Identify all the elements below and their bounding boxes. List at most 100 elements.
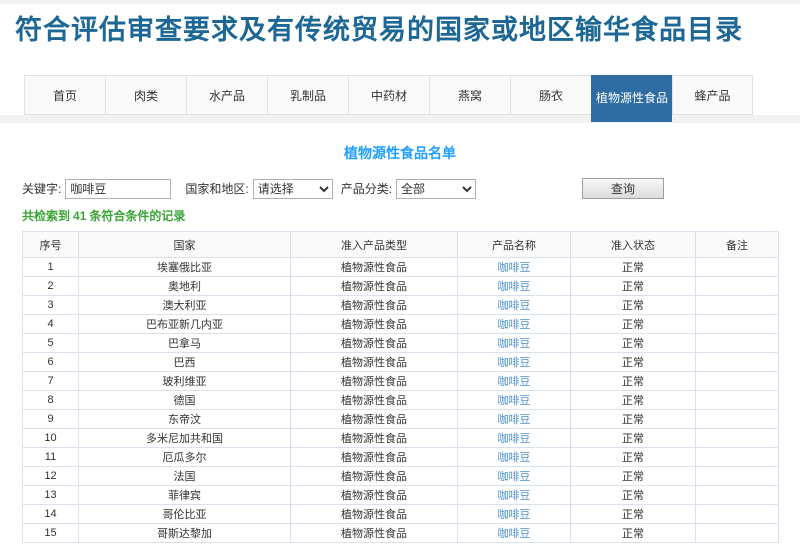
row-remark-cell xyxy=(696,277,779,296)
row-index-cell: 12 xyxy=(23,467,79,486)
nav-tab-4[interactable]: 中药材 xyxy=(348,75,429,115)
row-product-type-cell: 植物源性食品 xyxy=(291,467,458,486)
row-country-cell: 德国 xyxy=(79,391,291,410)
row-index-cell: 4 xyxy=(23,315,79,334)
category-label: 产品分类: xyxy=(341,180,392,197)
row-status-cell: 正常 xyxy=(571,277,696,296)
row-status-cell: 正常 xyxy=(571,372,696,391)
row-product-name-cell[interactable]: 咖啡豆 xyxy=(458,258,571,277)
row-remark-cell xyxy=(696,258,779,277)
nav-tabs: 首页肉类水产品乳制品中药材燕窝肠衣植物源性食品蜂产品 xyxy=(24,75,800,115)
row-product-name-cell[interactable]: 咖啡豆 xyxy=(458,277,571,296)
result-summary-suffix: 条符合条件的记录 xyxy=(89,209,185,223)
table-row: 1埃塞俄比亚植物源性食品咖啡豆正常 xyxy=(23,258,779,277)
row-product-name-cell[interactable]: 咖啡豆 xyxy=(458,486,571,505)
row-index-cell: 9 xyxy=(23,410,79,429)
food-table-body: 1埃塞俄比亚植物源性食品咖啡豆正常2奥地利植物源性食品咖啡豆正常3澳大利亚植物源… xyxy=(23,258,779,543)
product-link[interactable]: 咖啡豆 xyxy=(498,471,531,483)
row-product-name-cell[interactable]: 咖啡豆 xyxy=(458,410,571,429)
row-remark-cell xyxy=(696,353,779,372)
row-index-cell: 8 xyxy=(23,391,79,410)
row-product-name-cell[interactable]: 咖啡豆 xyxy=(458,296,571,315)
product-link[interactable]: 咖啡豆 xyxy=(498,300,531,312)
row-remark-cell xyxy=(696,410,779,429)
row-status-cell: 正常 xyxy=(571,296,696,315)
row-status-cell: 正常 xyxy=(571,258,696,277)
product-link[interactable]: 咖啡豆 xyxy=(498,395,531,407)
row-product-name-cell[interactable]: 咖啡豆 xyxy=(458,372,571,391)
row-index-cell: 13 xyxy=(23,486,79,505)
table-row: 3澳大利亚植物源性食品咖啡豆正常 xyxy=(23,296,779,315)
keyword-label: 关键字: xyxy=(22,180,61,197)
row-product-type-cell: 植物源性食品 xyxy=(291,429,458,448)
product-link[interactable]: 咖啡豆 xyxy=(498,281,531,293)
row-index-cell: 3 xyxy=(23,296,79,315)
row-product-name-cell[interactable]: 咖啡豆 xyxy=(458,524,571,543)
row-country-cell: 东帝汶 xyxy=(79,410,291,429)
row-product-name-cell[interactable]: 咖啡豆 xyxy=(458,467,571,486)
product-link[interactable]: 咖啡豆 xyxy=(498,509,531,521)
row-remark-cell xyxy=(696,334,779,353)
category-select[interactable]: 全部 xyxy=(396,179,476,199)
table-row: 9东帝汶植物源性食品咖啡豆正常 xyxy=(23,410,779,429)
product-link[interactable]: 咖啡豆 xyxy=(498,338,531,350)
nav-tab-1[interactable]: 肉类 xyxy=(105,75,186,115)
row-index-cell: 2 xyxy=(23,277,79,296)
result-summary: 共检索到41条符合条件的记录 xyxy=(22,207,800,224)
product-link[interactable]: 咖啡豆 xyxy=(498,319,531,331)
row-country-cell: 巴西 xyxy=(79,353,291,372)
row-remark-cell xyxy=(696,505,779,524)
table-row: 4巴布亚新几内亚植物源性食品咖啡豆正常 xyxy=(23,315,779,334)
nav-tab-3[interactable]: 乳制品 xyxy=(267,75,348,115)
row-index-cell: 5 xyxy=(23,334,79,353)
col-header-product-name: 产品名称 xyxy=(458,232,571,258)
nav-bottom-strip xyxy=(0,115,800,123)
nav-tab-5[interactable]: 燕窝 xyxy=(429,75,510,115)
row-product-type-cell: 植物源性食品 xyxy=(291,448,458,467)
product-link[interactable]: 咖啡豆 xyxy=(498,433,531,445)
row-product-name-cell[interactable]: 咖啡豆 xyxy=(458,334,571,353)
keyword-input[interactable] xyxy=(65,179,171,199)
row-product-name-cell[interactable]: 咖啡豆 xyxy=(458,448,571,467)
table-row: 5巴拿马植物源性食品咖啡豆正常 xyxy=(23,334,779,353)
product-link[interactable]: 咖啡豆 xyxy=(498,262,531,274)
row-status-cell: 正常 xyxy=(571,505,696,524)
row-product-name-cell[interactable]: 咖啡豆 xyxy=(458,353,571,372)
col-header-index: 序号 xyxy=(23,232,79,258)
product-link[interactable]: 咖啡豆 xyxy=(498,452,531,464)
query-button[interactable]: 查询 xyxy=(582,178,664,199)
row-product-name-cell[interactable]: 咖啡豆 xyxy=(458,315,571,334)
nav-tab-8[interactable]: 蜂产品 xyxy=(672,75,753,115)
product-link[interactable]: 咖啡豆 xyxy=(498,490,531,502)
nav-tab-0[interactable]: 首页 xyxy=(24,75,105,115)
row-remark-cell xyxy=(696,429,779,448)
row-country-cell: 玻利维亚 xyxy=(79,372,291,391)
nav-tab-7-active[interactable]: 植物源性食品 xyxy=(591,75,672,122)
row-product-name-cell[interactable]: 咖啡豆 xyxy=(458,429,571,448)
col-header-country: 国家 xyxy=(79,232,291,258)
table-row: 6巴西植物源性食品咖啡豆正常 xyxy=(23,353,779,372)
nav-tab-6[interactable]: 肠衣 xyxy=(510,75,591,115)
row-product-name-cell[interactable]: 咖啡豆 xyxy=(458,505,571,524)
page-title: 符合评估审查要求及有传统贸易的国家或地区输华食品目录 xyxy=(15,13,800,47)
row-status-cell: 正常 xyxy=(571,334,696,353)
row-status-cell: 正常 xyxy=(571,315,696,334)
search-bar: 关键字: 国家和地区: 请选择 产品分类: 全部 查询 xyxy=(22,178,800,199)
row-status-cell: 正常 xyxy=(571,448,696,467)
product-link[interactable]: 咖啡豆 xyxy=(498,376,531,388)
table-row: 15哥斯达黎加植物源性食品咖啡豆正常 xyxy=(23,524,779,543)
row-product-name-cell[interactable]: 咖啡豆 xyxy=(458,391,571,410)
product-link[interactable]: 咖啡豆 xyxy=(498,528,531,540)
row-product-type-cell: 植物源性食品 xyxy=(291,391,458,410)
product-link[interactable]: 咖啡豆 xyxy=(498,414,531,426)
row-index-cell: 15 xyxy=(23,524,79,543)
row-status-cell: 正常 xyxy=(571,391,696,410)
country-select[interactable]: 请选择 xyxy=(253,179,333,199)
country-label: 国家和地区: xyxy=(185,180,248,197)
product-link[interactable]: 咖啡豆 xyxy=(498,357,531,369)
row-status-cell: 正常 xyxy=(571,467,696,486)
top-strip xyxy=(0,0,800,4)
nav-tab-2[interactable]: 水产品 xyxy=(186,75,267,115)
row-product-type-cell: 植物源性食品 xyxy=(291,258,458,277)
row-country-cell: 厄瓜多尔 xyxy=(79,448,291,467)
